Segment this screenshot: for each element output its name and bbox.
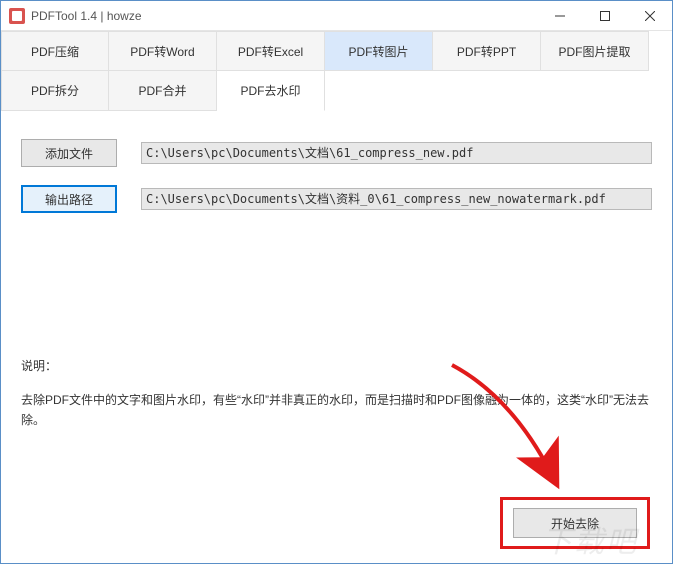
tab-pdf-to-ppt[interactable]: PDF转PPT <box>433 31 541 71</box>
tab-pdf-to-word[interactable]: PDF转Word <box>109 31 217 71</box>
input-path-field[interactable]: C:\Users\pc\Documents\文档\61_compress_new… <box>141 142 652 164</box>
window-title: PDFTool 1.4 | howze <box>31 9 142 23</box>
minimize-icon <box>555 11 565 21</box>
app-icon <box>9 8 25 24</box>
start-remove-button[interactable]: 开始去除 <box>513 508 637 538</box>
minimize-button[interactable] <box>537 1 582 30</box>
maximize-icon <box>600 11 610 21</box>
input-file-row: 添加文件 C:\Users\pc\Documents\文档\61_compres… <box>21 139 652 167</box>
content-area: 添加文件 C:\Users\pc\Documents\文档\61_compres… <box>1 111 672 563</box>
tab-pdf-remove-watermark[interactable]: PDF去水印 <box>217 71 325 111</box>
window-controls <box>537 1 672 30</box>
tab-pdf-merge[interactable]: PDF合并 <box>109 71 217 111</box>
output-path-field[interactable]: C:\Users\pc\Documents\文档\资料_0\61_compres… <box>141 188 652 210</box>
app-window: PDFTool 1.4 | howze PDF压缩 PDF转Word PDF转E… <box>0 0 673 564</box>
bottom-bar: 下载吧 开始去除 <box>21 497 652 549</box>
titlebar: PDFTool 1.4 | howze <box>1 1 672 31</box>
tab-pdf-to-excel[interactable]: PDF转Excel <box>217 31 325 71</box>
close-button[interactable] <box>627 1 672 30</box>
tab-pdf-compress[interactable]: PDF压缩 <box>1 31 109 71</box>
close-icon <box>645 11 655 21</box>
description-section: 说明： 去除PDF文件中的文字和图片水印，有些“水印”并非真正的水印，而是扫描时… <box>21 357 652 497</box>
output-path-row: 输出路径 C:\Users\pc\Documents\文档\资料_0\61_co… <box>21 185 652 213</box>
tabs-row2: PDF拆分 PDF合并 PDF去水印 <box>1 71 672 111</box>
output-path-button[interactable]: 输出路径 <box>21 185 117 213</box>
maximize-button[interactable] <box>582 1 627 30</box>
tab-pdf-to-image[interactable]: PDF转图片 <box>325 31 433 71</box>
tabs-row1: PDF压缩 PDF转Word PDF转Excel PDF转图片 PDF转PPT … <box>1 31 672 71</box>
spacer <box>21 231 652 347</box>
tab-pdf-split[interactable]: PDF拆分 <box>1 71 109 111</box>
add-file-button[interactable]: 添加文件 <box>21 139 117 167</box>
start-button-highlight: 开始去除 <box>500 497 650 549</box>
tab-pdf-image-extract[interactable]: PDF图片提取 <box>541 31 649 71</box>
description-text: 去除PDF文件中的文字和图片水印，有些“水印”并非真正的水印，而是扫描时和PDF… <box>21 390 652 431</box>
description-label: 说明： <box>21 357 652 374</box>
